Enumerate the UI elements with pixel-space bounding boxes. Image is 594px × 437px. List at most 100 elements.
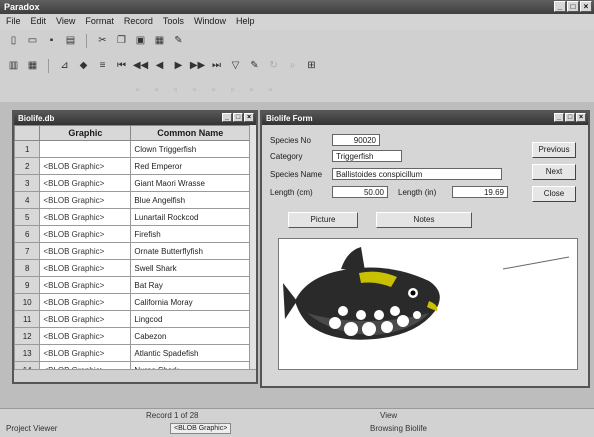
- row-number[interactable]: 3: [14, 174, 41, 192]
- align-right-icon[interactable]: ▫: [206, 84, 221, 98]
- row-number[interactable]: 9: [14, 276, 41, 294]
- table-row[interactable]: 1 Clown Triggerfish: [14, 140, 250, 158]
- menu-view[interactable]: View: [56, 16, 75, 28]
- common-name-cell[interactable]: Atlantic Spadefish: [130, 344, 250, 362]
- save-icon[interactable]: ▪: [44, 34, 59, 48]
- row-number[interactable]: 10: [14, 293, 41, 311]
- graphic-cell[interactable]: [39, 140, 132, 158]
- row-number[interactable]: 13: [14, 344, 41, 362]
- common-name-cell[interactable]: Swell Shark: [130, 259, 250, 277]
- tab-picture[interactable]: Picture: [288, 212, 358, 228]
- minimize-button[interactable]: _: [554, 113, 564, 122]
- close-button[interactable]: ×: [244, 113, 254, 122]
- menu-file[interactable]: File: [6, 16, 21, 28]
- menu-help[interactable]: Help: [236, 16, 255, 28]
- table-row[interactable]: 6 <BLOB Graphic> Firefish: [14, 225, 250, 243]
- bold-icon[interactable]: ▫: [130, 84, 145, 98]
- graphic-cell[interactable]: <BLOB Graphic>: [39, 327, 132, 345]
- vertical-scrollbar[interactable]: [249, 125, 256, 382]
- row-number[interactable]: 2: [14, 157, 41, 175]
- color-icon[interactable]: ▫: [225, 84, 240, 98]
- graphic-cell[interactable]: <BLOB Graphic>: [39, 174, 132, 192]
- table-row[interactable]: 13 <BLOB Graphic> Atlantic Spadefish: [14, 344, 250, 362]
- close-form-button[interactable]: Close: [532, 186, 576, 202]
- category-field[interactable]: Triggerfish: [332, 150, 402, 162]
- menu-tools[interactable]: Tools: [163, 16, 184, 28]
- italic-icon[interactable]: ▫: [149, 84, 164, 98]
- graphic-cell[interactable]: <BLOB Graphic>: [39, 293, 132, 311]
- graphic-cell[interactable]: <BLOB Graphic>: [39, 225, 132, 243]
- common-name-cell[interactable]: Bat Ray: [130, 276, 250, 294]
- properties-icon[interactable]: ▦: [152, 34, 167, 48]
- menu-record[interactable]: Record: [124, 16, 153, 28]
- graphic-column-header[interactable]: Graphic: [39, 125, 132, 141]
- row-number[interactable]: 12: [14, 327, 41, 345]
- graphic-cell[interactable]: <BLOB Graphic>: [39, 157, 132, 175]
- locate-icon[interactable]: ◆: [76, 59, 91, 73]
- table-row[interactable]: 8 <BLOB Graphic> Swell Shark: [14, 259, 250, 277]
- minimize-button[interactable]: _: [554, 1, 566, 12]
- graphic-cell[interactable]: <BLOB Graphic>: [39, 191, 132, 209]
- edit-data-icon[interactable]: ✎: [247, 59, 262, 73]
- length-in-field[interactable]: 19.69: [452, 186, 508, 198]
- next-button[interactable]: Next: [532, 164, 576, 180]
- graphic-cell[interactable]: <BLOB Graphic>: [39, 344, 132, 362]
- menu-window[interactable]: Window: [194, 16, 226, 28]
- common-name-cell[interactable]: Clown Triggerfish: [130, 140, 250, 158]
- row-number[interactable]: 6: [14, 225, 41, 243]
- common-name-cell[interactable]: Lingcod: [130, 310, 250, 328]
- table-row[interactable]: 10 <BLOB Graphic> California Moray: [14, 293, 250, 311]
- table-row[interactable]: 11 <BLOB Graphic> Lingcod: [14, 310, 250, 328]
- filter-funnel-icon[interactable]: ▽: [228, 59, 243, 73]
- graphic-cell[interactable]: <BLOB Graphic>: [39, 276, 132, 294]
- common-name-cell[interactable]: Blue Angelfish: [130, 191, 250, 209]
- refresh-icon[interactable]: ↻: [266, 59, 281, 73]
- row-number[interactable]: 4: [14, 191, 41, 209]
- first-record-icon[interactable]: ⏮: [114, 59, 129, 73]
- row-number[interactable]: 8: [14, 259, 41, 277]
- common-name-cell[interactable]: Cabezon: [130, 327, 250, 345]
- close-button[interactable]: ×: [576, 113, 586, 122]
- table-row[interactable]: 2 <BLOB Graphic> Red Emperor: [14, 157, 250, 175]
- close-button[interactable]: ×: [580, 1, 592, 12]
- menu-format[interactable]: Format: [85, 16, 114, 28]
- table-view-icon[interactable]: ▦: [25, 59, 40, 73]
- table-row[interactable]: 7 <BLOB Graphic> Ornate Butterflyfish: [14, 242, 250, 260]
- menu-edit[interactable]: Edit: [31, 16, 47, 28]
- design-icon[interactable]: ▥: [6, 59, 21, 73]
- last-record-icon[interactable]: ⏭: [209, 59, 224, 73]
- prev-set-icon[interactable]: ◀◀: [133, 59, 148, 73]
- search-icon[interactable]: ⌕: [285, 59, 300, 73]
- row-number[interactable]: 5: [14, 208, 41, 226]
- common-name-cell[interactable]: Firefish: [130, 225, 250, 243]
- filter-icon[interactable]: ⊿: [57, 59, 72, 73]
- print-icon[interactable]: ▤: [63, 34, 78, 48]
- previous-button[interactable]: Previous: [532, 142, 576, 158]
- align-left-icon[interactable]: ▫: [168, 84, 183, 98]
- frame-icon[interactable]: ▫: [244, 84, 259, 98]
- maximize-button[interactable]: □: [233, 113, 243, 122]
- row-number[interactable]: 11: [14, 310, 41, 328]
- species-no-field[interactable]: 90020: [332, 134, 380, 146]
- length-cm-field[interactable]: 50.00: [332, 186, 388, 198]
- sort-icon[interactable]: ≡: [95, 59, 110, 73]
- common-name-cell[interactable]: Ornate Butterflyfish: [130, 242, 250, 260]
- cut-icon[interactable]: ✂: [95, 34, 110, 48]
- row-number[interactable]: 7: [14, 242, 41, 260]
- horizontal-scrollbar[interactable]: [14, 369, 256, 382]
- line-icon[interactable]: ▫: [263, 84, 278, 98]
- next-set-icon[interactable]: ▶▶: [190, 59, 205, 73]
- open-folder-icon[interactable]: ▭: [25, 34, 40, 48]
- pencil-icon[interactable]: ✎: [171, 34, 186, 48]
- common-name-cell[interactable]: Lunartail Rockcod: [130, 208, 250, 226]
- table-window-titlebar[interactable]: Biolife.db _ □ ×: [14, 112, 256, 125]
- minimize-button[interactable]: _: [222, 113, 232, 122]
- common-name-cell[interactable]: California Moray: [130, 293, 250, 311]
- common-name-cell[interactable]: Red Emperor: [130, 157, 250, 175]
- table-row[interactable]: 5 <BLOB Graphic> Lunartail Rockcod: [14, 208, 250, 226]
- graphic-cell[interactable]: <BLOB Graphic>: [39, 259, 132, 277]
- table-row[interactable]: 3 <BLOB Graphic> Giant Maori Wrasse: [14, 174, 250, 192]
- copy-icon[interactable]: ❐: [114, 34, 129, 48]
- align-center-icon[interactable]: ▫: [187, 84, 202, 98]
- maximize-button[interactable]: □: [567, 1, 579, 12]
